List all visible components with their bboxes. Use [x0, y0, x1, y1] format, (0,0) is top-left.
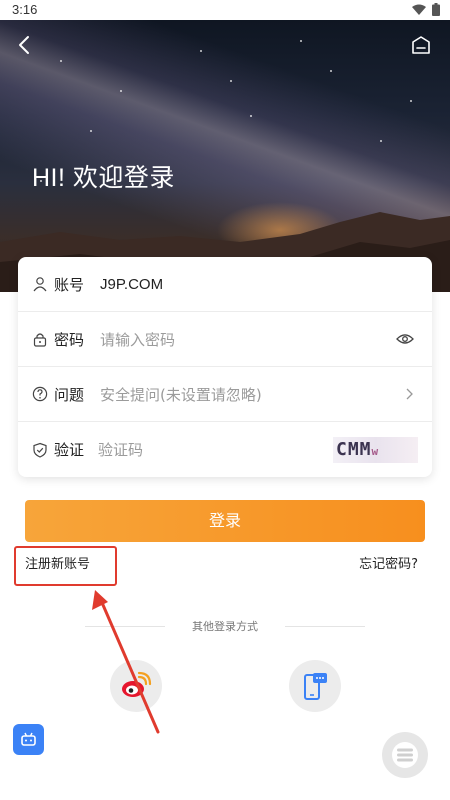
eye-icon[interactable]	[396, 333, 414, 345]
captcha-label: 验证	[54, 441, 85, 459]
weibo-icon	[122, 671, 152, 697]
captcha-input[interactable]: 验证码	[98, 439, 143, 460]
shield-icon	[33, 442, 47, 458]
forgot-password-link[interactable]: 忘记密码?	[359, 553, 418, 572]
weibo-login-button[interactable]	[110, 660, 162, 712]
user-icon	[33, 277, 47, 292]
question-row[interactable]: 问题 安全提问(未设置请忽略)	[18, 367, 432, 422]
menu-icon	[392, 742, 418, 768]
account-input[interactable]: J9P.COM	[100, 276, 163, 293]
password-row[interactable]: 密码 请输入密码	[18, 312, 432, 367]
bot-float-button[interactable]	[13, 724, 44, 755]
phone-chat-icon	[304, 673, 327, 700]
account-row[interactable]: 账号 J9P.COM	[18, 257, 432, 312]
captcha-image[interactable]: CMMw	[333, 437, 418, 463]
captcha-text-small: w	[371, 445, 380, 458]
battery-icon	[432, 3, 440, 16]
status-time: 3:16	[12, 2, 38, 17]
password-input[interactable]: 请输入密码	[100, 329, 175, 350]
password-label: 密码	[54, 330, 85, 349]
phone-login-button[interactable]	[289, 660, 341, 712]
menu-float-button[interactable]	[382, 732, 428, 778]
wifi-icon	[412, 4, 426, 15]
customer-service-icon[interactable]	[410, 34, 432, 56]
other-login-title: 其他登录方式	[192, 620, 258, 633]
login-screen: 3:16 HI! 欢迎登录 账号 J9P.COM 密码 请输入密码 问题 安全提…	[0, 0, 450, 800]
captcha-text: CMM	[336, 439, 372, 460]
lock-icon	[33, 333, 47, 347]
hero-title: HI! 欢迎登录	[32, 164, 175, 192]
divider-right	[285, 626, 365, 627]
bot-icon	[21, 732, 36, 746]
question-select[interactable]: 安全提问(未设置请忽略)	[100, 384, 262, 405]
question-label: 问题	[54, 385, 85, 404]
login-button[interactable]: 登录	[25, 500, 425, 542]
captcha-row[interactable]: 验证 验证码 CMMw	[18, 422, 432, 477]
account-label: 账号	[54, 275, 85, 294]
back-icon[interactable]	[14, 34, 36, 56]
status-bar: 3:16	[0, 0, 450, 20]
status-icons	[412, 3, 440, 16]
chevron-right-icon[interactable]	[404, 387, 414, 401]
login-form-card: 账号 J9P.COM 密码 请输入密码 问题 安全提问(未设置请忽略) 验证 验…	[18, 257, 432, 477]
hero-banner: HI! 欢迎登录	[0, 20, 450, 292]
question-icon	[32, 386, 48, 402]
annotation-highlight-box	[14, 546, 117, 586]
